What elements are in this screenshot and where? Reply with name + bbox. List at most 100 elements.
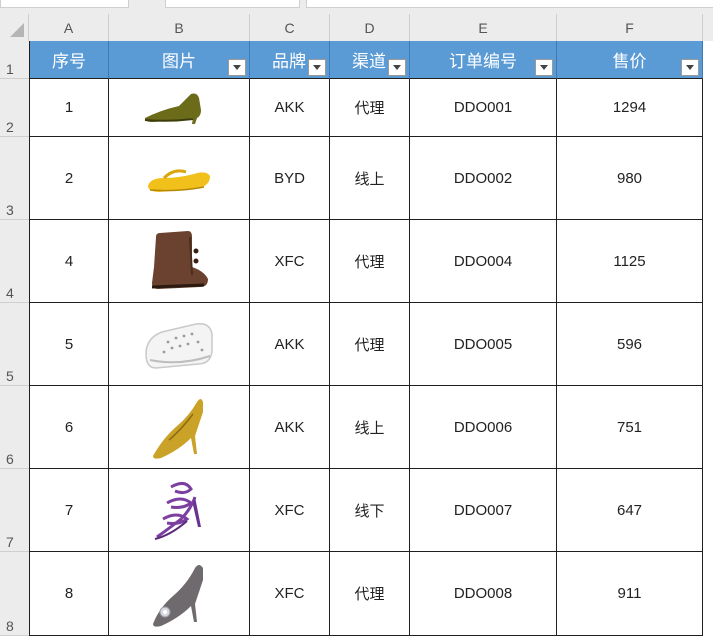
row-header-3[interactable]: 3	[0, 137, 29, 220]
filter-dropdown-button[interactable]	[388, 59, 406, 76]
header-order[interactable]: 订单编号	[410, 41, 557, 79]
price-value: 751	[616, 418, 643, 436]
column-header-g[interactable]	[703, 14, 713, 41]
row-header-8[interactable]: 8	[0, 552, 29, 636]
cell-image[interactable]	[109, 552, 250, 636]
channel-value: 代理	[354, 335, 385, 354]
cell-order[interactable]: DDO004	[410, 220, 557, 303]
price-value: 911	[617, 585, 642, 602]
cell-channel[interactable]: 代理	[330, 79, 410, 137]
cell-seq[interactable]: 5	[30, 303, 109, 386]
select-all-icon	[10, 23, 24, 37]
price-value: 1294	[612, 99, 647, 116]
brand-value: XFC	[274, 252, 305, 270]
row-number: 8	[6, 618, 14, 634]
order-value: DDO007	[453, 501, 513, 519]
header-channel[interactable]: 渠道	[330, 41, 410, 79]
cell-channel[interactable]: 线上	[330, 137, 410, 220]
seq-value: 7	[64, 501, 74, 519]
cell-order[interactable]: DDO008	[410, 552, 557, 636]
cell-order[interactable]: DDO007	[410, 469, 557, 552]
cell-seq[interactable]: 2	[30, 137, 109, 220]
cell-brand[interactable]: AKK	[250, 303, 330, 386]
cell-image[interactable]	[109, 137, 250, 220]
price-value: 647	[616, 501, 643, 519]
cell-order[interactable]: DDO002	[410, 137, 557, 220]
filter-dropdown-button[interactable]	[228, 59, 246, 76]
brand-value: AKK	[274, 418, 305, 436]
cell-image[interactable]	[109, 386, 250, 469]
column-header-f[interactable]: F	[557, 14, 703, 41]
column-header-a[interactable]: A	[29, 14, 109, 41]
olive-kitten-heel-bootie-icon	[144, 93, 201, 124]
header-image[interactable]: 图片	[109, 41, 250, 79]
cell-price[interactable]: 980	[557, 137, 703, 220]
column-letter: B	[174, 19, 184, 36]
cell-order[interactable]: DDO005	[410, 303, 557, 386]
header-seq[interactable]: 序号	[30, 41, 109, 79]
cell-channel[interactable]: 线下	[330, 469, 410, 552]
cell-price[interactable]: 1125	[557, 220, 703, 303]
row-header-7[interactable]: 7	[0, 469, 29, 552]
cell-order[interactable]: DDO001	[410, 79, 557, 137]
select-all-corner[interactable]	[0, 14, 29, 41]
cell-order[interactable]: DDO006	[410, 386, 557, 469]
column-header-d[interactable]: D	[330, 14, 410, 41]
cell-price[interactable]: 647	[557, 469, 703, 552]
column-header-e[interactable]: E	[410, 14, 557, 41]
cell-image[interactable]	[109, 303, 250, 386]
cell-brand[interactable]: XFC	[250, 220, 330, 303]
seq-value: 4	[64, 252, 74, 270]
seq-value: 6	[64, 418, 74, 436]
row-header-6[interactable]: 6	[0, 386, 29, 469]
cell-seq[interactable]: 1	[30, 79, 109, 137]
column-header-b[interactable]: B	[109, 14, 250, 41]
cell-channel[interactable]: 代理	[330, 552, 410, 636]
price-value: 980	[616, 169, 643, 187]
brand-value: AKK	[274, 99, 305, 116]
row-header-4[interactable]: 4	[0, 220, 29, 303]
seq-value: 1	[64, 99, 74, 116]
cell-brand[interactable]: BYD	[250, 137, 330, 220]
cell-brand[interactable]: XFC	[250, 552, 330, 636]
cell-price[interactable]: 1294	[557, 79, 703, 137]
brand-value: XFC	[274, 501, 305, 519]
cell-seq[interactable]: 6	[30, 386, 109, 469]
chevron-down-icon	[540, 65, 548, 70]
cell-price[interactable]: 596	[557, 303, 703, 386]
column-header-c[interactable]: C	[250, 14, 330, 41]
cell-brand[interactable]: AKK	[250, 386, 330, 469]
filter-dropdown-button[interactable]	[681, 59, 699, 76]
filter-dropdown-button[interactable]	[308, 59, 326, 76]
cell-image[interactable]	[109, 469, 250, 552]
row-header-2[interactable]: 2	[0, 79, 29, 137]
channel-value: 代理	[354, 252, 385, 271]
header-channel-label: 渠道	[352, 52, 386, 72]
header-brand[interactable]: 品牌	[250, 41, 330, 79]
cell-channel[interactable]: 代理	[330, 303, 410, 386]
row-header-5[interactable]: 5	[0, 303, 29, 386]
row-number: 4	[6, 285, 14, 301]
header-price[interactable]: 售价	[557, 41, 703, 79]
brand-value: AKK	[274, 335, 305, 353]
cell-price[interactable]: 751	[557, 386, 703, 469]
cell-seq[interactable]: 8	[30, 552, 109, 636]
cell-brand[interactable]: XFC	[250, 469, 330, 552]
purple-strappy-heel-sandal-icon	[154, 482, 201, 540]
brand-value: BYD	[274, 169, 305, 187]
cell-price[interactable]: 911	[557, 552, 703, 636]
filter-dropdown-button[interactable]	[535, 59, 553, 76]
column-letter: A	[63, 19, 74, 36]
cell-seq[interactable]: 7	[30, 469, 109, 552]
cell-channel[interactable]: 代理	[330, 220, 410, 303]
row-header-1[interactable]: 1	[0, 41, 29, 79]
channel-value: 线下	[354, 501, 385, 520]
brand-value: XFC	[274, 585, 305, 602]
cell-seq[interactable]: 4	[30, 220, 109, 303]
cell-channel[interactable]: 线上	[330, 386, 410, 469]
cell-image[interactable]	[109, 220, 250, 303]
cell-image[interactable]	[109, 79, 250, 137]
cell-brand[interactable]: AKK	[250, 79, 330, 137]
channel-value: 代理	[354, 585, 385, 603]
channel-value: 代理	[354, 99, 385, 117]
